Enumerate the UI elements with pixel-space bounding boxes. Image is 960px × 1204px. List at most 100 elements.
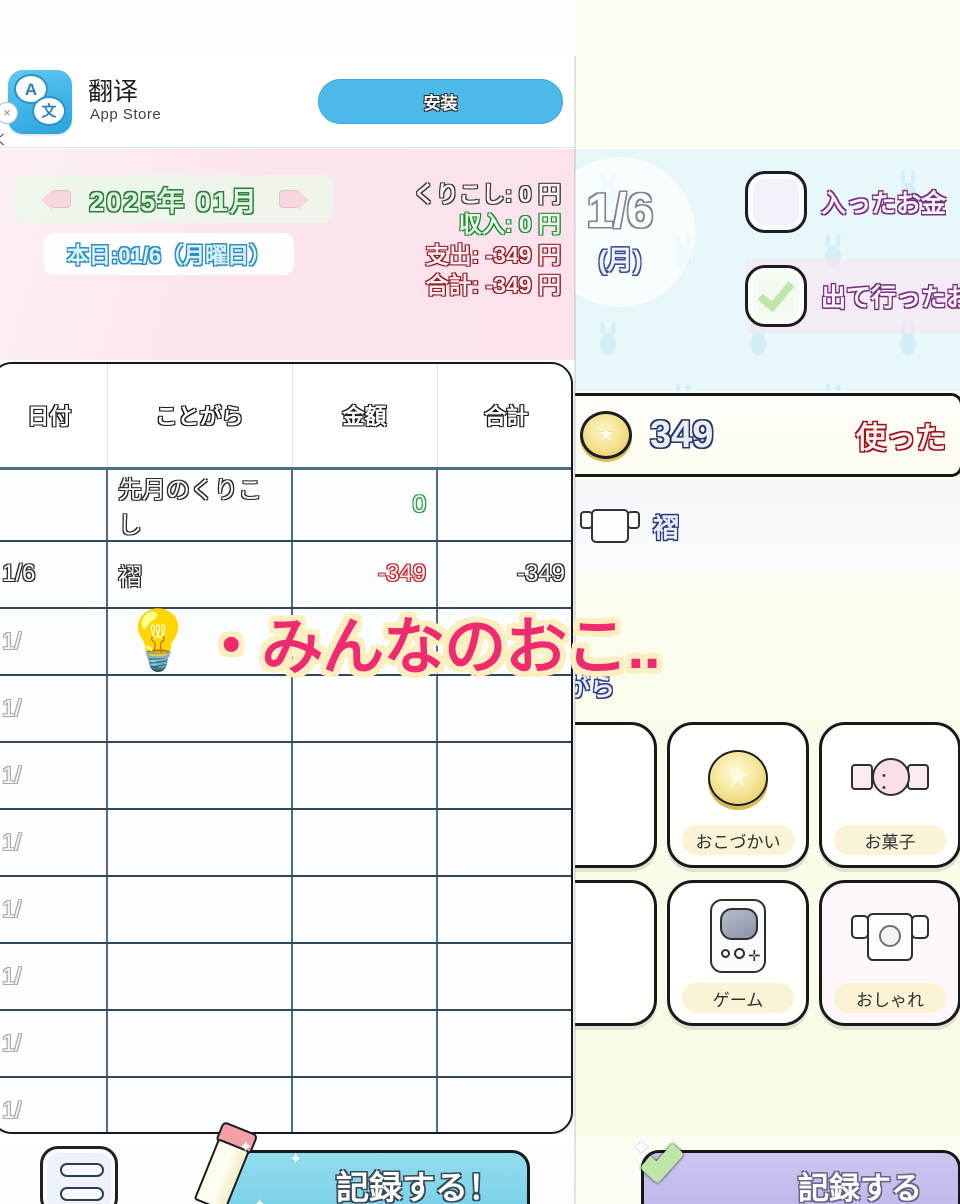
ledger-card: 日付 ことがら 金額 合計 先月のくりこし 0 1/6 褶 -349 -349 1/1/1/… xyxy=(0,362,573,1134)
option-income[interactable]: 入ったお金 xyxy=(745,171,946,233)
table-row[interactable]: 1/ xyxy=(0,808,571,877)
blank-icon xyxy=(575,897,654,975)
month-label: 2025年 01月 xyxy=(89,186,259,217)
cell-date: 1/ xyxy=(0,808,108,877)
cell-item xyxy=(107,808,293,877)
ad-app-name: 翻译 xyxy=(88,78,139,106)
coin-icon xyxy=(580,411,632,459)
cell-amount xyxy=(292,942,438,1011)
cell-date: 1/ xyxy=(0,741,108,810)
category-label: お菓子 xyxy=(834,825,946,855)
category-tile[interactable]: おこづかい xyxy=(667,722,809,868)
table-row[interactable]: 1/ xyxy=(0,607,571,676)
record-button-left[interactable]: ✦ ✦ ✦ 記録する！ xyxy=(193,1120,530,1204)
left-panel: A 文 翻译 App Store 安装 × く 2025年 01月 本日:01/… xyxy=(0,0,575,1204)
cell-total xyxy=(437,741,571,810)
right-header: 1/6 (月) 入ったお金 出て行ったお金 xyxy=(575,149,960,391)
col-header-item: ことがら xyxy=(107,364,293,470)
prev-month-arrow-icon[interactable] xyxy=(41,186,75,212)
right-panel: 翻译 App Store 安装 1/6 (月) 入ったお金 出て行ったお金 34… xyxy=(575,0,960,1204)
category-tile[interactable]: おしゃれ xyxy=(819,880,960,1026)
category-tile[interactable]: ✛ ゲーム xyxy=(667,880,809,1026)
summary-block: くりこし: 0 円 収入: 0 円 支出: -349 円 合計: -349 円 xyxy=(413,179,561,300)
cell-total xyxy=(437,942,571,1011)
cell-date xyxy=(0,466,108,542)
ad-app-store-label: App Store xyxy=(90,106,162,123)
col-header-date: 日付 xyxy=(0,364,108,470)
cell-amount xyxy=(292,607,438,676)
table-row[interactable]: 1/ xyxy=(0,942,571,1011)
record-button-left-label: 記録する！ xyxy=(336,1169,501,1204)
cell-item: 先月のくりこし xyxy=(107,466,293,542)
summary-carryover: くりこし: 0 円 xyxy=(412,181,561,207)
selected-day-of-week: (月) xyxy=(598,244,642,275)
table-row[interactable]: 1/ xyxy=(0,1009,571,1078)
cell-total xyxy=(437,1009,571,1078)
cell-item xyxy=(107,942,293,1011)
today-label: 本日:01/6（月曜日） xyxy=(66,243,272,268)
category-tile[interactable]: お菓子 xyxy=(819,722,960,868)
table-row[interactable]: 1/ xyxy=(0,1076,571,1132)
shirt-icon xyxy=(580,503,640,549)
shirt-icon xyxy=(822,897,958,975)
cell-amount xyxy=(292,808,438,877)
category-label: ゲーム xyxy=(682,983,794,1013)
category-tile[interactable] xyxy=(575,722,657,868)
income-radio-icon[interactable] xyxy=(745,171,807,233)
cell-date: 1/ xyxy=(0,607,108,676)
option-expense[interactable]: 出て行ったお金 xyxy=(745,259,960,333)
month-selector[interactable]: 2025年 01月 xyxy=(14,175,334,223)
category-grid: おこづかい お菓子 ✛ ゲーム おしゃれ xyxy=(575,722,960,1026)
cell-amount xyxy=(292,674,438,743)
cell-total xyxy=(437,607,571,676)
cell-amount xyxy=(292,1076,438,1132)
cell-total: -349 xyxy=(437,540,571,609)
ad-banner-left[interactable]: A 文 翻译 App Store 安装 × く xyxy=(0,56,575,148)
cell-item xyxy=(107,607,293,676)
category-label: おしゃれ xyxy=(834,983,946,1013)
table-row[interactable]: 先月のくりこし 0 xyxy=(0,466,571,542)
cell-total xyxy=(437,875,571,944)
selected-item-row[interactable]: 褶 xyxy=(575,480,960,572)
cell-amount xyxy=(292,741,438,810)
app-screenshot: A 文 翻译 App Store 安装 × く 2025年 01月 本日:01/… xyxy=(0,0,960,1204)
ad-side-text: く xyxy=(0,132,8,148)
coin-icon xyxy=(670,739,806,817)
panel-divider xyxy=(574,56,576,1204)
table-row[interactable]: 1/6 褶 -349 -349 xyxy=(0,540,571,609)
ad-install-button[interactable]: 安装 xyxy=(318,79,563,124)
menu-list-icon[interactable] xyxy=(40,1146,118,1204)
amount-input-bar[interactable]: 349 使った xyxy=(575,393,960,477)
blank-icon xyxy=(575,739,654,817)
table-row[interactable]: 1/ xyxy=(0,875,571,944)
table-row[interactable]: 1/ xyxy=(0,741,571,810)
expense-label: 出て行ったお金 xyxy=(821,284,960,312)
expense-radio-checked-icon[interactable] xyxy=(745,265,807,327)
selected-item-name: 褶 xyxy=(653,512,680,543)
ledger-body: 先月のくりこし 0 1/6 褶 -349 -349 1/1/1/1/1/1/1/1/ xyxy=(0,466,571,1132)
next-month-arrow-icon[interactable] xyxy=(273,186,309,212)
amount-tag: 使った xyxy=(856,422,946,455)
amount-value: 349 xyxy=(650,413,714,456)
left-bottom-bar: ✦ ✦ ✦ 記録する！ xyxy=(0,1120,575,1204)
cell-item xyxy=(107,875,293,944)
category-label: おこづかい xyxy=(682,825,794,855)
today-pill: 本日:01/6（月曜日） xyxy=(44,233,294,275)
cell-item xyxy=(107,741,293,810)
col-header-total: 合計 xyxy=(437,364,571,470)
candy-icon xyxy=(822,739,958,817)
cell-date: 1/ xyxy=(0,1076,108,1132)
col-header-amount: 金額 xyxy=(292,364,438,470)
letter-wen-bubble-icon: 文 xyxy=(32,96,66,126)
summary-expense: 支出: -349 円 xyxy=(425,241,561,268)
record-button-right[interactable]: ✦ 記録する xyxy=(632,1135,960,1204)
right-bottom-bar: ✦ 記録する xyxy=(575,1134,960,1204)
cell-date: 1/ xyxy=(0,674,108,743)
cell-item xyxy=(107,674,293,743)
category-tile[interactable] xyxy=(575,880,657,1026)
cell-total xyxy=(437,674,571,743)
cell-date: 1/ xyxy=(0,942,108,1011)
table-row[interactable]: 1/ xyxy=(0,674,571,743)
left-header: 2025年 01月 本日:01/6（月曜日） くりこし: 0 円 収入: 0 円… xyxy=(0,149,575,360)
cell-item xyxy=(107,1009,293,1078)
